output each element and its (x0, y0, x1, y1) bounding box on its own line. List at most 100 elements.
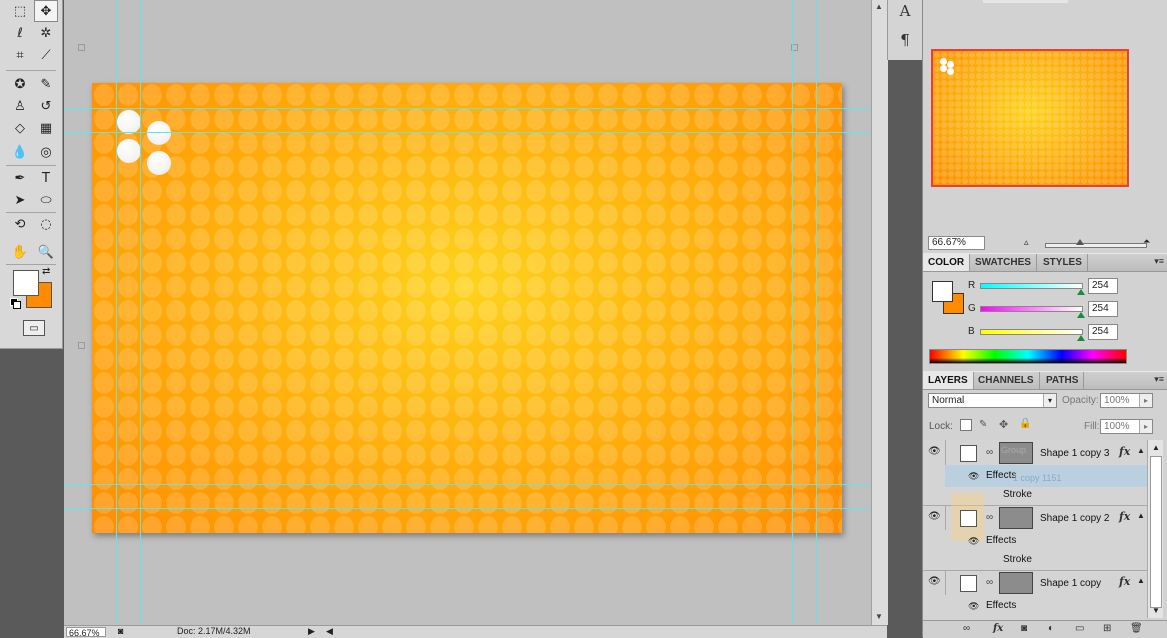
add-mask-icon[interactable]: ◙ (1021, 623, 1027, 634)
layer-thumbnail[interactable] (999, 507, 1033, 529)
document-canvas[interactable] (92, 83, 842, 533)
fx-icon[interactable]: fx (1119, 510, 1130, 523)
shape-circle[interactable] (117, 139, 141, 163)
layer-visibility-toggle[interactable]: 👁 (923, 440, 946, 465)
navigator-zoom-thumb[interactable] (1076, 239, 1084, 245)
magic-wand-icon[interactable]: ✲ (34, 22, 58, 44)
paragraph-panel-icon[interactable]: ¶ (896, 31, 914, 49)
horizontal-guide[interactable] (64, 484, 871, 485)
scroll-up-icon[interactable]: ▲ (875, 2, 883, 11)
adjustment-layer-icon[interactable]: ◐ (1048, 623, 1054, 634)
navigator-zoom-field[interactable]: 66.67% (928, 236, 985, 250)
navigator-thumbnail[interactable] (931, 49, 1129, 187)
quick-mask-button[interactable]: ▭ (23, 320, 45, 336)
g-value-field[interactable]: 254 (1088, 301, 1118, 317)
delete-layer-icon[interactable]: 🗑 (1130, 623, 1143, 634)
tab-color[interactable]: COLOR (923, 254, 971, 271)
pen-icon[interactable]: ✒ (8, 167, 32, 189)
effects-eye-icon[interactable]: 👁 (968, 601, 979, 612)
layer-mask-thumbnail[interactable] (960, 510, 977, 527)
collapse-icon[interactable]: ▲ (1137, 511, 1145, 520)
dodge-icon[interactable]: ◎ (34, 141, 58, 163)
r-value-field[interactable]: 254 (1088, 278, 1118, 294)
crop-icon[interactable]: ⌗ (8, 44, 32, 66)
g-slider-thumb[interactable] (1077, 312, 1085, 318)
hscroll-left-icon[interactable]: ◀ (326, 626, 333, 637)
3d-orbit-icon[interactable]: ◌ (34, 213, 58, 235)
character-panel-icon[interactable]: A (896, 2, 914, 20)
effects-eye-icon[interactable]: 👁 (968, 471, 979, 482)
scroll-down-icon[interactable]: ▼ (1152, 606, 1160, 615)
history-brush-icon[interactable]: ↺ (34, 95, 58, 117)
fx-icon[interactable]: fx (1119, 575, 1130, 588)
document-vertical-scrollbar[interactable]: ▲ ▼ (871, 0, 888, 625)
eyedropper-icon[interactable]: ⟋ (34, 44, 58, 66)
lasso-icon[interactable]: ℓ (8, 22, 32, 44)
status-arrow-icon[interactable]: ▶ (308, 626, 315, 637)
layer-thumbnail[interactable] (999, 572, 1033, 594)
navigator-zoom-out-icon[interactable]: ▵ (1024, 237, 1029, 248)
layer-mask-thumbnail[interactable] (960, 575, 977, 592)
tab-paths[interactable]: PATHS (1041, 372, 1085, 389)
brush-icon[interactable]: ✎ (34, 73, 58, 95)
shape-circle[interactable] (147, 151, 171, 175)
lock-all-icon[interactable]: 🔒 (1019, 418, 1031, 429)
b-slider[interactable] (980, 329, 1083, 335)
layer-list[interactable]: 👁 ∞ Group Shape 1 copy 3 fx ▲ 👁 Effects … (923, 440, 1147, 620)
gradient-icon[interactable]: ▦ (34, 117, 58, 139)
add-style-icon[interactable]: fx (993, 623, 1003, 634)
healing-brush-icon[interactable]: ✪ (8, 73, 32, 95)
panel-menu-icon[interactable]: ▾≡ (1154, 374, 1164, 385)
tab-styles[interactable]: STYLES (1038, 254, 1088, 271)
scroll-down-icon[interactable]: ▼ (875, 612, 883, 621)
layer-visibility-toggle[interactable]: 👁 (923, 505, 946, 530)
eraser-icon[interactable]: ◇ (8, 117, 32, 139)
r-slider[interactable] (980, 283, 1083, 289)
layer-name[interactable]: Shape 1 copy 3 (1040, 448, 1110, 459)
document-workspace[interactable] (64, 0, 871, 625)
vertical-guide[interactable] (816, 0, 817, 625)
layers-scrollbar[interactable]: ▲ ▼ (1147, 440, 1163, 618)
foreground-color-swatch[interactable] (13, 270, 39, 296)
swap-colors-icon[interactable]: ⇄ (42, 266, 50, 277)
blend-mode-select[interactable]: Normal ▾ (928, 393, 1057, 408)
3d-rotate-icon[interactable]: ⟲ (8, 213, 32, 235)
scroll-thumb[interactable] (1150, 456, 1162, 608)
b-value-field[interactable]: 254 (1088, 324, 1118, 340)
lock-position-icon[interactable]: ✥ (999, 418, 1008, 431)
b-slider-thumb[interactable] (1077, 335, 1085, 341)
hand-icon[interactable]: ✋ (8, 241, 32, 263)
tab-channels[interactable]: CHANNELS (973, 372, 1040, 389)
layer-row[interactable]: 👁 ∞ Shape 1 copy fx ▲ 👁 Effects (923, 570, 1147, 620)
vertical-guide[interactable] (116, 0, 117, 625)
clone-stamp-icon[interactable]: ♙ (8, 95, 32, 117)
collapse-icon[interactable]: ▲ (1137, 576, 1145, 585)
marquee-icon[interactable]: ⬚ (8, 0, 32, 22)
new-layer-icon[interactable]: ⊞ (1103, 623, 1111, 634)
layer-row[interactable]: 👁 ∞ Shape 1 copy 2 fx ▲ 👁 Effects Stroke (923, 493, 1147, 571)
shape-circle[interactable] (117, 110, 141, 134)
panel-menu-icon[interactable]: ▾≡ (1154, 256, 1164, 267)
default-colors-icon[interactable] (10, 298, 21, 309)
scroll-up-icon[interactable]: ▲ (1152, 443, 1160, 452)
lock-pixels-icon[interactable]: ✎ (979, 419, 987, 430)
type-icon[interactable]: T (34, 167, 58, 189)
lock-transparency-icon[interactable] (960, 419, 972, 431)
move-icon[interactable]: ✥ (34, 0, 58, 22)
blur-icon[interactable]: 💧 (8, 141, 32, 163)
zoom-icon[interactable]: 🔍 (34, 241, 58, 263)
tab-swatches[interactable]: SWATCHES (970, 254, 1037, 271)
color-panel-fg-swatch[interactable] (932, 281, 953, 302)
shape-circle[interactable] (147, 121, 171, 145)
horizontal-guide[interactable] (64, 132, 871, 133)
layer-visibility-toggle[interactable]: 👁 (923, 570, 946, 595)
fill-field[interactable]: 100% ▸ (1100, 419, 1153, 434)
path-selection-icon[interactable]: ➤ (8, 189, 32, 211)
link-layers-icon[interactable]: ∞ (963, 623, 970, 634)
navigator-zoom-slider[interactable] (1045, 243, 1147, 248)
layer-name[interactable]: Shape 1 copy (1040, 578, 1101, 589)
color-spectrum-bar[interactable] (929, 349, 1127, 364)
vertical-guide[interactable] (140, 0, 141, 625)
horizontal-guide[interactable] (64, 108, 871, 109)
ellipse-shape-icon[interactable]: ⬭ (34, 189, 58, 211)
